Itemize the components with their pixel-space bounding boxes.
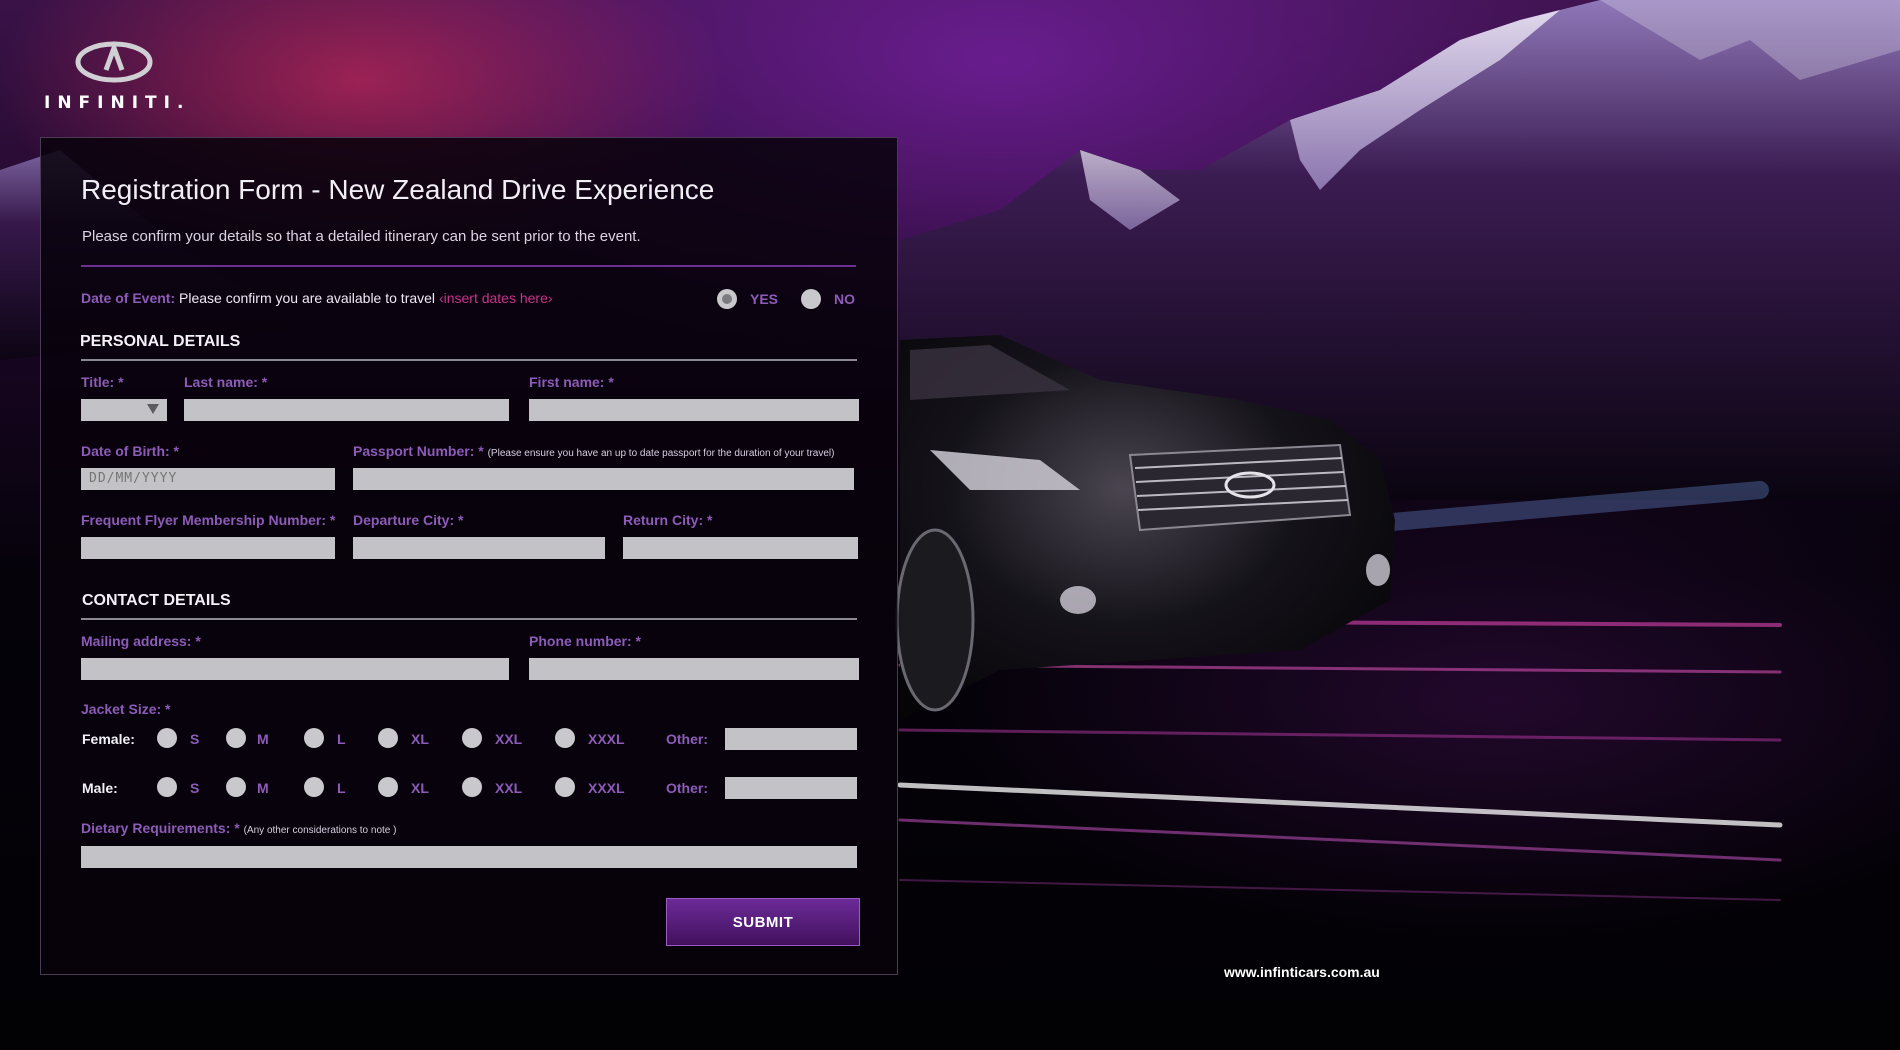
contact-details-divider	[81, 618, 857, 620]
passport-label: Passport Number: * (Please ensure you ha…	[353, 443, 834, 459]
jacket-size-label: Jacket Size: *	[81, 701, 171, 717]
male-size-xxl-radio[interactable]	[462, 777, 482, 797]
event-text: Please confirm you are available to trav…	[179, 290, 436, 306]
female-other-input[interactable]	[725, 728, 857, 750]
size-label: XXL	[495, 780, 523, 796]
last-name-input[interactable]	[184, 399, 509, 421]
event-availability: Date of Event: Please confirm you are av…	[81, 290, 553, 306]
male-size-xxxl-radio[interactable]	[555, 777, 575, 797]
title-label: Title: *	[81, 374, 124, 390]
male-other-label: Other:	[666, 780, 708, 796]
passport-input[interactable]	[353, 468, 854, 490]
passport-note: (Please ensure you have an up to date pa…	[487, 448, 835, 459]
ffm-input[interactable]	[81, 537, 335, 559]
departure-city-input[interactable]	[353, 537, 605, 559]
female-other-label: Other:	[666, 731, 708, 747]
event-yes-label: YES	[750, 291, 779, 307]
ffm-label: Frequent Flyer Membership Number: *	[81, 512, 336, 528]
brand-wordmark: INFINITI.	[44, 93, 191, 113]
size-label: XL	[411, 780, 429, 796]
registration-form: Registration Form - New Zealand Drive Ex…	[40, 137, 898, 975]
personal-details-divider	[81, 359, 857, 361]
dietary-label: Dietary Requirements: * (Any other consi…	[81, 820, 396, 836]
female-size-l-radio[interactable]	[304, 728, 324, 748]
mailing-address-label: Mailing address: *	[81, 633, 201, 649]
infiniti-emblem-icon	[75, 40, 153, 83]
phone-number-input[interactable]	[529, 658, 859, 680]
female-size-xxxl-radio[interactable]	[555, 728, 575, 748]
male-size-l-radio[interactable]	[304, 777, 324, 797]
form-title: Registration Form - New Zealand Drive Ex…	[81, 174, 715, 205]
male-label: Male:	[82, 780, 118, 796]
female-label: Female:	[82, 731, 135, 747]
submit-button[interactable]: SUBMIT	[666, 898, 860, 946]
female-size-m-radio[interactable]	[226, 728, 246, 748]
size-label: XXXL	[588, 731, 625, 747]
phone-number-label: Phone number: *	[529, 633, 642, 649]
first-name-input[interactable]	[529, 399, 859, 421]
event-yes-radio[interactable]	[717, 289, 737, 309]
first-name-label: First name: *	[529, 374, 614, 390]
passport-label-text: Passport Number: *	[353, 443, 484, 459]
size-label: L	[337, 780, 346, 796]
event-no-label: NO	[834, 291, 855, 307]
dob-label: Date of Birth: *	[81, 443, 179, 459]
event-no-radio[interactable]	[801, 289, 821, 309]
female-size-xl-radio[interactable]	[378, 728, 398, 748]
male-size-m-radio[interactable]	[226, 777, 246, 797]
size-label: M	[257, 731, 269, 747]
dietary-note: (Any other considerations to note )	[243, 825, 397, 836]
return-city-input[interactable]	[623, 537, 858, 559]
contact-details-heading: CONTACT DETAILS	[82, 592, 231, 609]
size-label: L	[337, 731, 346, 747]
website-link[interactable]: www.infinticars.com.au	[1224, 964, 1380, 980]
divider	[81, 265, 856, 267]
departure-city-label: Departure City: *	[353, 512, 464, 528]
infiniti-logo: INFINITI.	[44, 40, 184, 113]
dietary-label-text: Dietary Requirements: *	[81, 820, 240, 836]
dob-input[interactable]	[81, 468, 335, 490]
event-dates: ‹insert dates here›	[438, 290, 553, 306]
size-label: S	[190, 780, 200, 796]
chevron-down-icon	[147, 404, 159, 414]
male-size-xl-radio[interactable]	[378, 777, 398, 797]
dietary-input[interactable]	[81, 846, 857, 868]
male-other-input[interactable]	[725, 777, 857, 799]
last-name-label: Last name: *	[184, 374, 268, 390]
male-size-s-radio[interactable]	[157, 777, 177, 797]
title-select[interactable]	[81, 399, 167, 421]
event-date-label: Date of Event:	[81, 290, 176, 306]
size-label: XXL	[495, 731, 523, 747]
mailing-address-input[interactable]	[81, 658, 509, 680]
size-label: XL	[411, 731, 429, 747]
female-size-xxl-radio[interactable]	[462, 728, 482, 748]
size-label: S	[190, 731, 200, 747]
size-label: XXXL	[588, 780, 625, 796]
return-city-label: Return City: *	[623, 512, 713, 528]
form-subtitle: Please confirm your details so that a de…	[82, 228, 641, 245]
female-size-s-radio[interactable]	[157, 728, 177, 748]
size-label: M	[257, 780, 269, 796]
personal-details-heading: PERSONAL DETAILS	[80, 333, 241, 350]
